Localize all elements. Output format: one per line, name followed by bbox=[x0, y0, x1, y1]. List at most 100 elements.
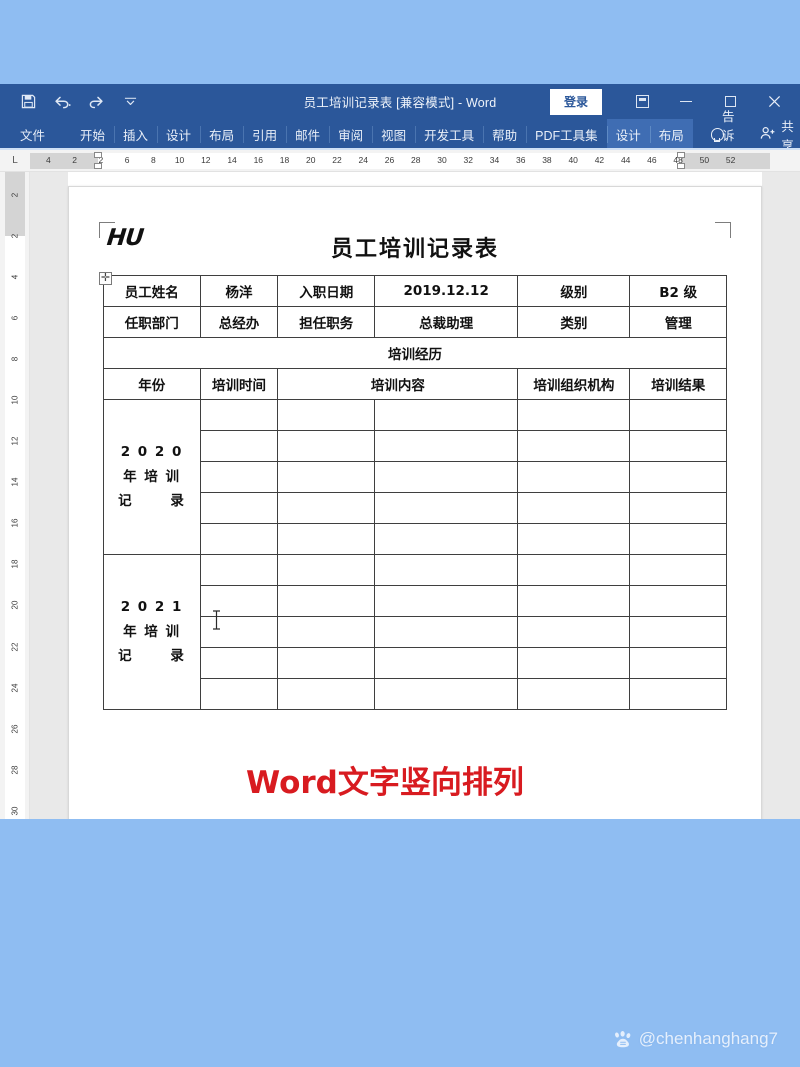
table-cell-empty[interactable] bbox=[199, 678, 279, 710]
tell-me-box[interactable]: 告诉我 bbox=[701, 110, 751, 162]
table-cell-empty[interactable] bbox=[277, 492, 375, 524]
table-cell-empty[interactable] bbox=[629, 430, 727, 462]
horizontal-ruler-track[interactable]: 4 2 2 6 8 10 12 14 16 18 20 22 24 26 28 30 32 34 36 38 40 42 4… bbox=[30, 150, 800, 171]
table-cell-empty[interactable] bbox=[199, 616, 279, 648]
table-cell-empty[interactable] bbox=[517, 585, 631, 617]
table-cell-empty[interactable] bbox=[277, 616, 375, 648]
table-cell-empty[interactable] bbox=[373, 616, 519, 648]
ruler-indent-marker[interactable] bbox=[676, 152, 685, 158]
year-block-cell-1[interactable]: 2 0 2 0 年 培 训记 录 bbox=[103, 399, 201, 555]
table-cell-empty[interactable] bbox=[517, 523, 631, 555]
table-cell-empty[interactable] bbox=[629, 678, 727, 710]
minimize-icon[interactable] bbox=[664, 84, 708, 119]
table-cell-empty[interactable] bbox=[517, 399, 631, 431]
table-cell-empty[interactable] bbox=[199, 647, 279, 679]
experience-section-header[interactable]: 培训经历 bbox=[103, 337, 727, 369]
table-cell-empty[interactable] bbox=[517, 678, 631, 710]
table-cell-empty[interactable] bbox=[629, 554, 727, 586]
table-column-header[interactable]: 年份 bbox=[103, 368, 201, 400]
table-cell-empty[interactable] bbox=[373, 554, 519, 586]
tab-help[interactable]: 帮助 bbox=[483, 119, 526, 150]
table-cell-value[interactable]: 杨洋 bbox=[199, 275, 279, 307]
table-cell-label[interactable]: 任职部门 bbox=[103, 306, 201, 338]
table-cell-empty[interactable] bbox=[629, 523, 727, 555]
maximize-icon[interactable] bbox=[708, 84, 752, 119]
tab-mailings[interactable]: 邮件 bbox=[286, 119, 329, 150]
table-cell-value[interactable]: 2019.12.12 bbox=[373, 275, 519, 307]
table-cell-empty[interactable] bbox=[199, 461, 279, 493]
tab-review[interactable]: 审阅 bbox=[329, 119, 372, 150]
table-cell-empty[interactable] bbox=[199, 585, 279, 617]
table-cell-value[interactable]: 总经办 bbox=[199, 306, 279, 338]
table-cell-empty[interactable] bbox=[373, 678, 519, 710]
table-cell-label[interactable]: 担任职务 bbox=[277, 306, 375, 338]
table-cell-empty[interactable] bbox=[517, 616, 631, 648]
table-cell-empty[interactable] bbox=[199, 399, 279, 431]
share-button[interactable]: 共享 bbox=[750, 119, 800, 153]
table-column-header[interactable]: 培训组织机构 bbox=[517, 368, 631, 400]
table-row[interactable]: 2 0 2 0 年 培 训记 录 bbox=[103, 399, 727, 555]
ruler-indent-marker[interactable] bbox=[94, 163, 103, 169]
ribbon-options-icon[interactable] bbox=[620, 84, 664, 119]
table-column-header[interactable]: 培训内容 bbox=[277, 368, 519, 400]
table-cell-empty[interactable] bbox=[517, 492, 631, 524]
table-cell-empty[interactable] bbox=[199, 554, 279, 586]
year-block-cell-2[interactable]: 2 0 2 1 年 培 训记 录 bbox=[103, 554, 201, 710]
table-row[interactable]: 任职部门 总经办 担任职务 总裁助理 类别 管理 bbox=[103, 306, 727, 338]
ruler-indent-marker[interactable] bbox=[94, 152, 103, 158]
horizontal-ruler[interactable]: L 4 2 2 6 8 10 12 14 16 18 20 22 24 26 28 30 32 34 36 38 40 4… bbox=[0, 150, 800, 172]
tab-references[interactable]: 引用 bbox=[243, 119, 286, 150]
tab-table-layout[interactable]: 布局 bbox=[649, 119, 693, 150]
document-page[interactable]: HU 员工培训记录表 ✛ 员工姓名 杨洋 入职日期 2019.12.12 级别 … bbox=[68, 186, 762, 819]
table-row[interactable]: 培训经历 bbox=[103, 337, 727, 369]
table-cell-label[interactable]: 级别 bbox=[517, 275, 631, 307]
vertical-ruler[interactable]: 2 2 4 6 8 10 12 14 16 18 20 22 24 26 28 30 bbox=[0, 172, 30, 819]
tab-design[interactable]: 设计 bbox=[157, 119, 200, 150]
table-cell-value[interactable]: B2 级 bbox=[629, 275, 727, 307]
table-cell-empty[interactable] bbox=[517, 554, 631, 586]
table-cell-empty[interactable] bbox=[517, 461, 631, 493]
table-cell-value[interactable]: 总裁助理 bbox=[373, 306, 519, 338]
tab-home[interactable]: 开始 bbox=[71, 119, 114, 150]
table-cell-empty[interactable] bbox=[277, 523, 375, 555]
table-cell-empty[interactable] bbox=[277, 678, 375, 710]
table-cell-empty[interactable] bbox=[629, 492, 727, 524]
sign-in-button[interactable]: 登录 bbox=[549, 88, 602, 115]
tab-insert[interactable]: 插入 bbox=[114, 119, 157, 150]
table-cell-empty[interactable] bbox=[277, 461, 375, 493]
vruler-top-margin-zone[interactable] bbox=[5, 172, 25, 236]
table-cell-empty[interactable] bbox=[373, 647, 519, 679]
ruler-left-margin-zone[interactable] bbox=[30, 153, 99, 169]
table-cell-label[interactable]: 员工姓名 bbox=[103, 275, 201, 307]
table-cell-empty[interactable] bbox=[629, 616, 727, 648]
table-cell-empty[interactable] bbox=[373, 399, 519, 431]
table-cell-empty[interactable] bbox=[373, 523, 519, 555]
table-cell-empty[interactable] bbox=[277, 585, 375, 617]
redo-icon[interactable] bbox=[86, 92, 106, 112]
training-record-table[interactable]: 员工姓名 杨洋 入职日期 2019.12.12 级别 B2 级任职部门 总经办 担任职务 总裁助… bbox=[103, 275, 727, 710]
ruler-indent-marker[interactable] bbox=[676, 163, 685, 169]
table-cell-empty[interactable] bbox=[629, 585, 727, 617]
table-header-row[interactable]: 年份 培训时间 培训内容 培训组织机构 培训结果 bbox=[103, 368, 727, 400]
ruler-corner-tabstop[interactable]: L bbox=[0, 150, 30, 171]
table-move-handle[interactable]: ✛ bbox=[99, 272, 112, 285]
tab-table-design[interactable]: 设计 bbox=[606, 119, 650, 150]
table-cell-empty[interactable] bbox=[517, 430, 631, 462]
table-cell-label[interactable]: 类别 bbox=[517, 306, 631, 338]
save-icon[interactable] bbox=[18, 92, 38, 112]
table-cell-empty[interactable] bbox=[373, 585, 519, 617]
table-cell-empty[interactable] bbox=[199, 430, 279, 462]
table-cell-label[interactable]: 入职日期 bbox=[277, 275, 375, 307]
table-cell-empty[interactable] bbox=[373, 461, 519, 493]
table-column-header[interactable]: 培训结果 bbox=[629, 368, 727, 400]
table-cell-empty[interactable] bbox=[199, 523, 279, 555]
table-row[interactable]: 2 0 2 1 年 培 训记 录 bbox=[103, 554, 727, 710]
table-cell-empty[interactable] bbox=[629, 647, 727, 679]
table-row[interactable]: 员工姓名 杨洋 入职日期 2019.12.12 级别 B2 级 bbox=[103, 275, 727, 307]
tab-pdf-toolkit[interactable]: PDF工具集 bbox=[526, 119, 607, 150]
table-column-header[interactable]: 培训时间 bbox=[199, 368, 279, 400]
page-scroll-region[interactable]: HU 员工培训记录表 ✛ 员工姓名 杨洋 入职日期 2019.12.12 级别 … bbox=[30, 172, 800, 819]
table-cell-empty[interactable] bbox=[277, 554, 375, 586]
tab-layout[interactable]: 布局 bbox=[200, 119, 243, 150]
table-cell-empty[interactable] bbox=[629, 399, 727, 431]
